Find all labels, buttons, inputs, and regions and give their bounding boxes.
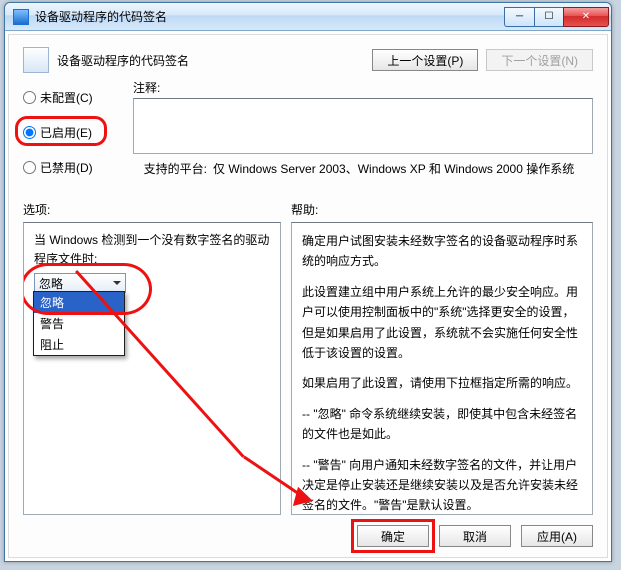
minimize-button[interactable]: ─ <box>504 7 534 27</box>
help-p1: 确定用户试图安装未经数字签名的设备驱动程序时系统的响应方式。 <box>302 231 582 272</box>
next-setting-button: 下一个设置(N) <box>486 49 593 71</box>
radio-enabled[interactable]: 已启用(E) <box>23 124 133 141</box>
options-label: 选项: <box>23 201 291 218</box>
options-panel: 当 Windows 检测到一个没有数字签名的驱动程序文件时: 忽略 忽略 警告 … <box>23 222 281 515</box>
help-label: 帮助: <box>291 201 593 218</box>
window-icon <box>13 9 29 25</box>
window-title: 设备驱动程序的代码签名 <box>35 8 504 25</box>
maximize-button[interactable]: ☐ <box>534 7 564 27</box>
help-p3: 如果启用了此设置，请使用下拉框指定所需的响应。 <box>302 373 582 393</box>
ok-button[interactable]: 确定 <box>357 525 429 547</box>
radio-disabled[interactable]: 已禁用(D) <box>23 159 133 176</box>
policy-icon <box>23 47 49 73</box>
help-p5: -- "警告" 向用户通知未经数字签名的文件，并让用户决定是停止安装还是继续安装… <box>302 455 582 515</box>
help-p2: 此设置建立组中用户系统上允许的最少安全响应。用户可以使用控制面板中的"系统"选择… <box>302 282 582 364</box>
prev-setting-button[interactable]: 上一个设置(P) <box>372 49 478 71</box>
titlebar[interactable]: 设备驱动程序的代码签名 ─ ☐ ✕ <box>5 3 611 31</box>
page-title: 设备驱动程序的代码签名 <box>57 52 364 69</box>
radio-not-configured[interactable]: 未配置(C) <box>23 89 133 106</box>
cancel-button[interactable]: 取消 <box>439 525 511 547</box>
help-p4: -- "忽略" 命令系统继续安装，即使其中包含未经签名的文件也是如此。 <box>302 404 582 445</box>
option-text: 当 Windows 检测到一个没有数字签名的驱动程序文件时: <box>34 231 270 269</box>
behavior-combo-dropdown[interactable]: 忽略 警告 阻止 <box>33 291 125 356</box>
combo-item-warn[interactable]: 警告 <box>34 313 124 334</box>
comment-textarea[interactable] <box>133 98 593 154</box>
combo-item-ignore[interactable]: 忽略 <box>34 292 124 313</box>
apply-button[interactable]: 应用(A) <box>521 525 593 547</box>
platform-label: 支持的平台: <box>133 160 213 177</box>
comment-label: 注释: <box>133 79 593 96</box>
close-button[interactable]: ✕ <box>563 7 609 27</box>
help-panel: 确定用户试图安装未经数字签名的设备驱动程序时系统的响应方式。 此设置建立组中用户… <box>291 222 593 515</box>
platform-value: 仅 Windows Server 2003、Windows XP 和 Windo… <box>213 160 593 177</box>
combo-item-block[interactable]: 阻止 <box>34 334 124 355</box>
